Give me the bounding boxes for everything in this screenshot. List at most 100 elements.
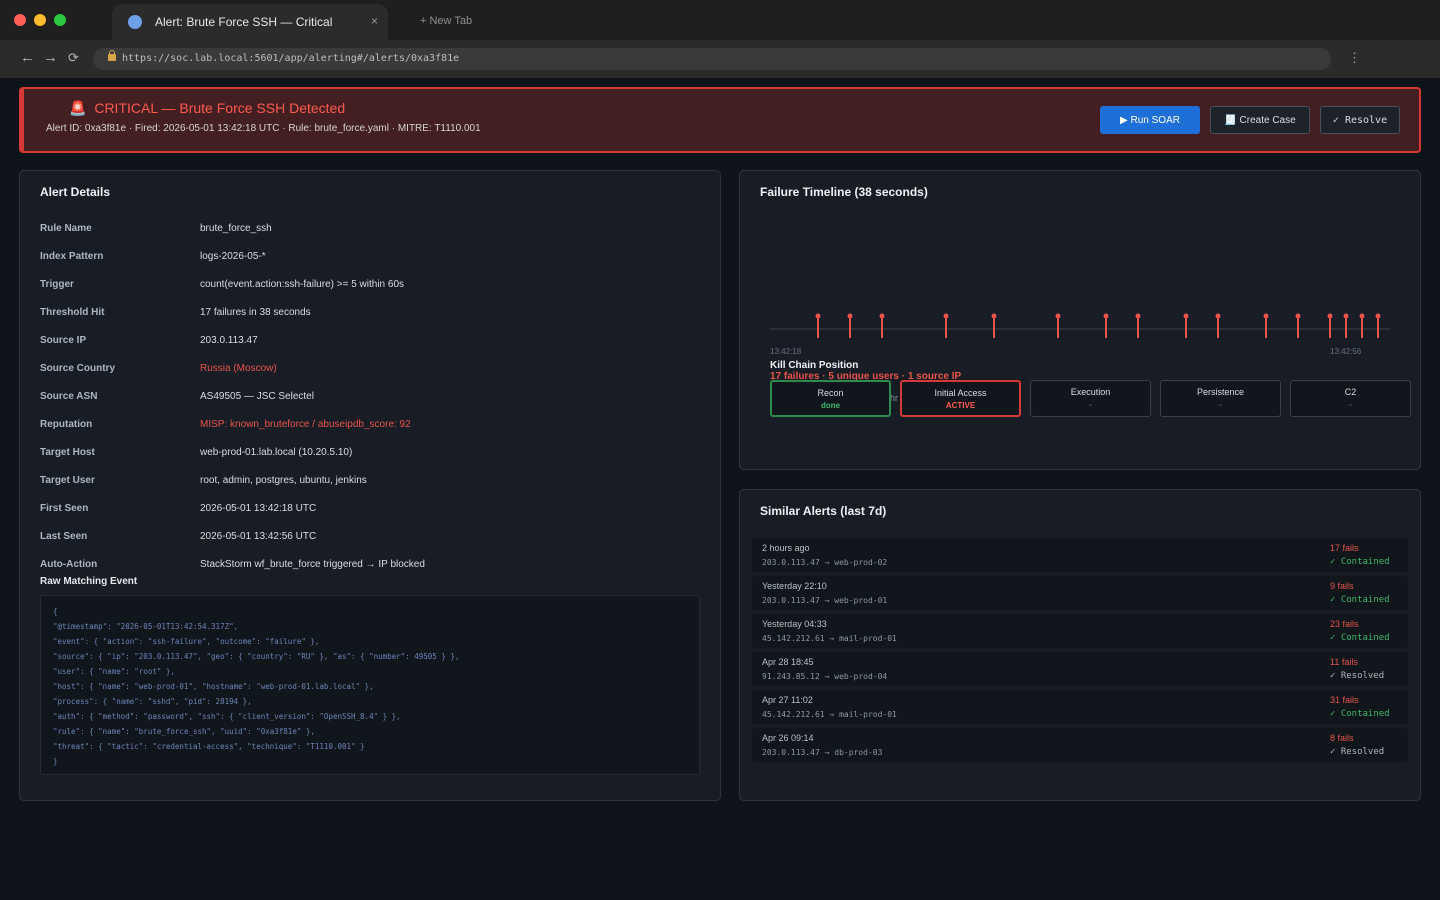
field-value-source-asn: AS49505 — JSC Selectel	[200, 391, 314, 402]
close-tab-icon[interactable]: ×	[371, 14, 378, 28]
kill-chain-stray-text: hr	[890, 393, 899, 403]
alert-fail-count: 17 fails	[1330, 543, 1359, 553]
field-label-auto-action: Auto-Action	[40, 559, 98, 570]
field-value-source-country: Russia (Moscow)	[200, 363, 277, 374]
panel-title: Alert Details	[40, 185, 111, 199]
alert-status: ✓ Contained	[1330, 633, 1390, 643]
alert-route: 203.0.113.47 → db-prod-03	[762, 748, 883, 757]
new-tab-button[interactable]: + New Tab	[420, 15, 472, 27]
failure-event-marker[interactable]	[991, 313, 997, 339]
browser-tab-active[interactable]: Alert: Brute Force SSH — Critical ×	[112, 4, 388, 40]
failure-event-marker[interactable]	[943, 313, 949, 339]
alert-time: Apr 28 18:45	[762, 657, 814, 667]
forward-arrow-icon[interactable]: →	[43, 49, 58, 67]
create-case-button[interactable]: 🧾 Create Case	[1210, 106, 1310, 134]
timeline-end-label: 13:42:56	[1330, 347, 1362, 356]
failure-event-marker[interactable]	[1055, 313, 1061, 339]
globe-icon	[128, 15, 142, 29]
similar-alerts-panel: Similar Alerts (last 7d) 2 hours ago 203.…	[739, 489, 1421, 801]
lock-icon	[108, 50, 116, 61]
alert-fail-count: 8 fails	[1330, 733, 1354, 743]
similar-alert-row[interactable]: 2 hours ago 203.0.113.47 → web-prod-02 17 …	[752, 538, 1408, 572]
field-value-source-ip: 203.0.113.47	[200, 335, 258, 346]
alert-status: ✓ Resolved	[1330, 671, 1385, 681]
field-label-source-asn: Source ASN	[40, 391, 98, 402]
code-line: "auth": { "method": "password", "ssh": {…	[53, 712, 401, 721]
failure-event-marker[interactable]	[1263, 313, 1269, 339]
similar-alert-row[interactable]: Yesterday 04:33 45.142.212.61 → mail-prod…	[752, 614, 1408, 648]
tab-title: Alert: Brute Force SSH — Critical	[155, 15, 333, 29]
alert-route: 203.0.113.47 → web-prod-01	[762, 596, 888, 605]
failure-event-marker[interactable]	[1103, 313, 1109, 339]
alert-title: CRITICAL — Brute Force SSH Detected	[94, 100, 346, 116]
field-value-last-seen: 2026-05-01 13:42:56 UTC	[200, 531, 317, 542]
kill-chain-stage-execution[interactable]: Execution -	[1030, 380, 1151, 417]
banner-title-row: 🚨 CRITICAL — Brute Force SSH Detected	[69, 100, 345, 117]
code-line: "rule": { "name": "brute_force_ssh", "uu…	[53, 727, 315, 736]
raw-event-code[interactable]: { "@timestamp": "2026-05-01T13:42:54.317Z…	[40, 595, 700, 775]
alert-time: Apr 26 09:14	[762, 733, 814, 743]
stage-name: Initial Access	[934, 388, 987, 398]
stage-name: Recon	[817, 388, 844, 398]
field-value-target-user: root, admin, postgres, ubuntu, jenkins	[200, 475, 367, 486]
failure-event-marker[interactable]	[1343, 313, 1349, 339]
field-label-source-country: Source Country	[40, 363, 116, 374]
kill-chain-stage-persistence[interactable]: Persistence -	[1160, 380, 1281, 417]
minimize-window-button[interactable]	[34, 14, 46, 26]
alert-status: ✓ Contained	[1330, 595, 1390, 605]
kill-chain-stage-initial-access[interactable]: Initial Access ACTIVE	[900, 380, 1021, 417]
failure-event-marker[interactable]	[1183, 313, 1189, 339]
failure-event-marker[interactable]	[815, 313, 821, 339]
failure-event-marker[interactable]	[1135, 313, 1141, 339]
code-line: "threat": { "tactic": "credential-access…	[53, 742, 365, 751]
resolve-button[interactable]: ✓ Resolve	[1320, 106, 1400, 134]
field-value-target-host: web-prod-01.lab.local (10.20.5.10)	[200, 447, 353, 458]
back-arrow-icon[interactable]: ←	[20, 49, 35, 67]
failure-event-marker[interactable]	[1215, 313, 1221, 339]
siren-icon: 🚨	[69, 100, 87, 116]
failure-event-marker[interactable]	[879, 313, 885, 339]
url-text[interactable]: https://soc.lab.local:5601/app/alerting#…	[122, 53, 459, 64]
alert-time: Yesterday 04:33	[762, 619, 827, 629]
alert-fail-count: 9 fails	[1330, 581, 1354, 591]
alert-time: Yesterday 22:10	[762, 581, 827, 591]
code-line: "process": { "name": "sshd", "pid": 2819…	[53, 697, 252, 706]
field-value-first-seen: 2026-05-01 13:42:18 UTC	[200, 503, 317, 514]
similar-alert-row[interactable]: Yesterday 22:10 203.0.113.47 → web-prod-0…	[752, 576, 1408, 610]
failure-event-marker[interactable]	[1359, 313, 1365, 339]
stage-name: Execution	[1070, 387, 1111, 397]
close-window-button[interactable]	[14, 14, 26, 26]
maximize-window-button[interactable]	[54, 14, 66, 26]
alert-route: 91.243.85.12 → web-prod-04	[762, 672, 888, 681]
failure-event-marker[interactable]	[1327, 313, 1333, 339]
address-bar[interactable]: https://soc.lab.local:5601/app/alerting#…	[93, 48, 1331, 70]
field-label-threshold-hit: Threshold Hit	[40, 307, 105, 318]
alert-route: 45.142.212.61 → mail-prod-01	[762, 710, 897, 719]
code-line: {	[53, 607, 58, 616]
kill-chain-stage-c2[interactable]: C2 -	[1290, 380, 1411, 417]
stage-status: -	[1349, 400, 1352, 409]
similar-alert-row[interactable]: Apr 26 09:14 203.0.113.47 → db-prod-03 8 f…	[752, 728, 1408, 762]
failure-event-marker[interactable]	[1375, 313, 1381, 339]
field-value-trigger: count(event.action:ssh-failure) >= 5 wit…	[200, 279, 404, 290]
stage-status: -	[1219, 400, 1222, 409]
run-soar-button[interactable]: ▶ Run SOAR	[1100, 106, 1200, 134]
stage-name: Persistence	[1196, 387, 1245, 397]
field-label-first-seen: First Seen	[40, 503, 89, 514]
similar-alert-row[interactable]: Apr 27 11:02 45.142.212.61 → mail-prod-01…	[752, 690, 1408, 724]
alert-fail-count: 11 fails	[1330, 657, 1358, 667]
critical-alert-banner: 🚨 CRITICAL — Brute Force SSH Detected Al…	[19, 87, 1421, 153]
failure-event-marker[interactable]	[1295, 313, 1301, 339]
failure-timeline-panel: Failure Timeline (38 seconds) 13:42:18 1…	[739, 170, 1421, 470]
stage-status: ACTIVE	[945, 401, 976, 410]
code-line: "@timestamp": "2026-05-01T13:42:54.317Z"…	[53, 622, 239, 631]
similar-alert-row[interactable]: Apr 28 18:45 91.243.85.12 → web-prod-04 11…	[752, 652, 1408, 686]
kill-chain-stage-recon[interactable]: Recon done	[770, 380, 891, 417]
field-label-target-host: Target Host	[40, 447, 95, 458]
browser-menu-icon[interactable]: ⋮	[1348, 50, 1361, 66]
field-label-reputation: Reputation	[40, 419, 93, 430]
field-value-rule-name: brute_force_ssh	[200, 223, 272, 234]
failure-event-marker[interactable]	[847, 313, 853, 339]
alert-status: ✓ Contained	[1330, 557, 1390, 567]
reload-icon[interactable]: ⟳	[68, 49, 79, 67]
